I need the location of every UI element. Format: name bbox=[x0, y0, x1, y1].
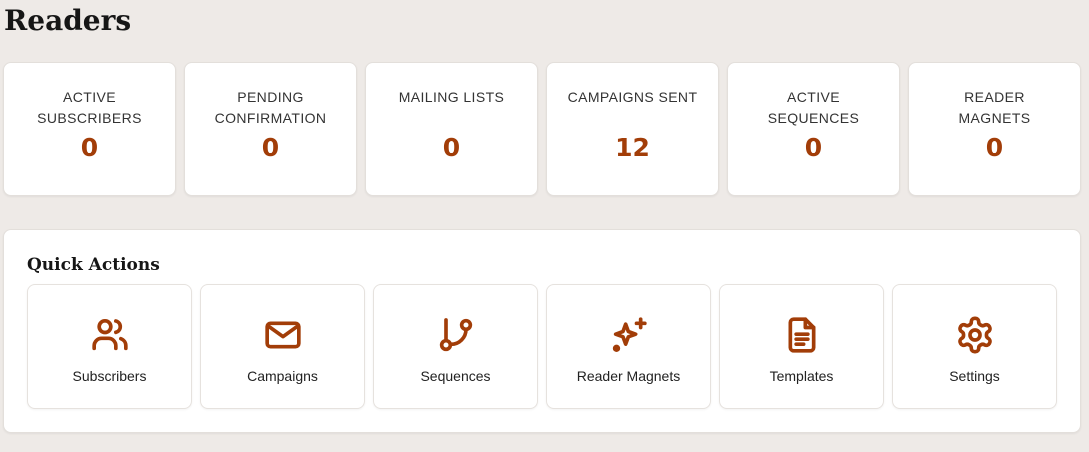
quick-action-campaigns[interactable]: Campaigns bbox=[200, 284, 365, 409]
quick-action-label: Templates bbox=[769, 368, 834, 384]
quick-actions-panel: Quick Actions Subscribers Campaigns Sequ… bbox=[3, 229, 1081, 433]
sparkles-icon bbox=[609, 315, 649, 355]
stat-card-campaigns-sent: Campaigns Sent 12 bbox=[546, 62, 719, 196]
page-title: Readers bbox=[4, 4, 132, 37]
stat-card-mailing-lists: Mailing Lists 0 bbox=[365, 62, 538, 196]
quick-action-reader-magnets[interactable]: Reader Magnets bbox=[546, 284, 711, 409]
stat-card-pending-confirmation: Pending Confirmation 0 bbox=[184, 62, 357, 196]
stat-label: Reader Magnets bbox=[958, 89, 1031, 126]
users-icon bbox=[90, 315, 130, 355]
stat-card-active-sequences: Active Sequences 0 bbox=[727, 62, 900, 196]
stat-label: Mailing Lists bbox=[398, 89, 505, 105]
stat-label: Active Sequences bbox=[767, 89, 860, 126]
quick-actions-title: Quick Actions bbox=[27, 255, 160, 275]
stat-label: Active Subscribers bbox=[37, 89, 142, 126]
stat-value: 0 bbox=[985, 133, 1004, 162]
quick-action-label: Subscribers bbox=[72, 368, 147, 384]
document-icon bbox=[782, 315, 822, 355]
stats-row: Active Subscribers 0 Pending Confirmatio… bbox=[3, 62, 1081, 196]
stat-card-active-subscribers: Active Subscribers 0 bbox=[3, 62, 176, 196]
quick-action-label: Sequences bbox=[420, 368, 491, 384]
stat-label: Campaigns Sent bbox=[567, 89, 698, 105]
gear-icon bbox=[955, 315, 995, 355]
quick-action-templates[interactable]: Templates bbox=[719, 284, 884, 409]
quick-action-sequences[interactable]: Sequences bbox=[373, 284, 538, 409]
quick-action-label: Campaigns bbox=[247, 368, 318, 384]
quick-actions-grid: Subscribers Campaigns Sequences Reader M… bbox=[27, 284, 1057, 409]
stat-value: 0 bbox=[442, 133, 461, 162]
stat-label: Pending Confirmation bbox=[214, 89, 327, 126]
stat-value: 0 bbox=[80, 133, 99, 162]
git-branch-icon bbox=[436, 315, 476, 355]
quick-action-label: Reader Magnets bbox=[576, 368, 681, 384]
quick-action-subscribers[interactable]: Subscribers bbox=[27, 284, 192, 409]
stat-value: 0 bbox=[261, 133, 280, 162]
quick-action-settings[interactable]: Settings bbox=[892, 284, 1057, 409]
stat-value: 12 bbox=[615, 133, 650, 162]
quick-action-label: Settings bbox=[949, 368, 1000, 384]
mail-icon bbox=[263, 315, 303, 355]
stat-card-reader-magnets: Reader Magnets 0 bbox=[908, 62, 1081, 196]
stat-value: 0 bbox=[804, 133, 823, 162]
